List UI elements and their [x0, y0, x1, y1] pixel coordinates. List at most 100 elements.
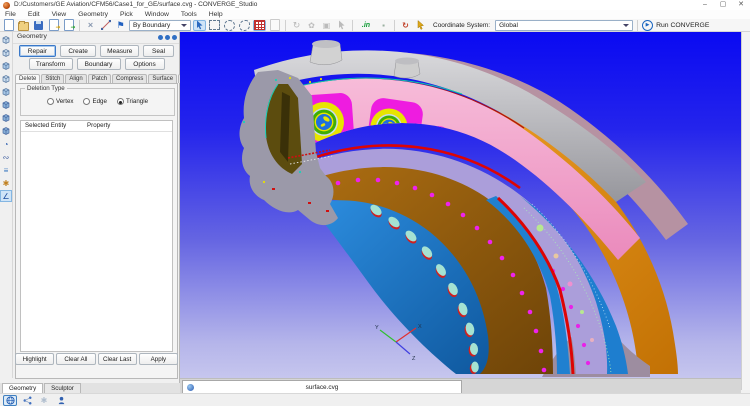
geometry-panel-header: Geometry: [13, 32, 179, 44]
axis-x-label: X: [418, 324, 422, 330]
selection-mode-value: By Boundary: [133, 22, 170, 29]
page-tool-icon[interactable]: [268, 20, 281, 31]
pick-tool-icon[interactable]: [335, 20, 348, 31]
share-nodes-icon[interactable]: [20, 395, 34, 406]
view-cube-8-icon[interactable]: [0, 125, 12, 137]
grid-select-icon[interactable]: [253, 20, 266, 31]
minimize-button[interactable]: –: [698, 0, 712, 10]
clear-all-button[interactable]: Clear All: [56, 353, 95, 365]
viewport-3d[interactable]: Y X Z: [180, 32, 741, 378]
lasso-select-icon[interactable]: [238, 20, 251, 31]
play-icon: ▶: [642, 20, 653, 31]
geometry-panel-title: Geometry: [17, 33, 47, 40]
effects-tool-icon[interactable]: ✿: [305, 20, 318, 31]
main-toolbar: ➜ ➜ × ⚑ By Boundary ↻ ✿ ▣ .in ▪ ↻ Coordi…: [0, 19, 750, 32]
highlight-button[interactable]: Highlight: [15, 353, 54, 365]
effects-view-icon[interactable]: ✱: [0, 177, 12, 189]
line-tool-icon[interactable]: [99, 20, 112, 31]
maximize-button[interactable]: ▢: [716, 0, 730, 10]
model-surface-cvg[interactable]: [180, 32, 741, 378]
column-selected-entity: Selected Entity: [25, 122, 66, 129]
dock-float-icon[interactable]: [158, 35, 163, 40]
radio-vertex[interactable]: Vertex: [47, 98, 74, 105]
delete-x-icon[interactable]: ×: [84, 20, 97, 31]
radio-vertex-label: Vertex: [56, 98, 74, 105]
chevron-down-icon: [623, 24, 629, 27]
dock-tab-sculptor[interactable]: Sculptor: [44, 383, 81, 393]
measure-button[interactable]: Measure: [100, 45, 139, 57]
tab-stitch[interactable]: Stitch: [41, 74, 64, 83]
viewport-scrollbar[interactable]: [741, 32, 750, 390]
close-button[interactable]: ✕: [734, 0, 748, 10]
radio-triangle[interactable]: Triangle: [117, 98, 148, 105]
tab-surface[interactable]: Surface: [148, 74, 177, 83]
radio-edge[interactable]: Edge: [83, 98, 106, 105]
radio-edge-label: Edge: [92, 98, 106, 105]
menu-edit[interactable]: Edit: [23, 10, 45, 19]
seal-button[interactable]: Seal: [143, 45, 174, 57]
circle-select-icon[interactable]: [223, 20, 236, 31]
axis-z-label: Z: [412, 356, 416, 362]
menu-tools[interactable]: Tools: [176, 10, 202, 19]
stop-icon[interactable]: ▪: [377, 20, 390, 31]
clear-last-button[interactable]: Clear Last: [98, 353, 137, 365]
pointer-yellow-icon[interactable]: [414, 20, 427, 31]
viewport-tab-surface-cvg[interactable]: surface.cvg: [182, 380, 462, 394]
boundary-flag-icon[interactable]: ⚑: [114, 20, 127, 31]
rotate-tool-icon[interactable]: ↻: [290, 20, 303, 31]
boundary-button[interactable]: Boundary: [77, 58, 121, 70]
dock-close-icon[interactable]: [172, 35, 177, 40]
select-cursor-icon[interactable]: [193, 20, 206, 31]
view-cube-3-icon[interactable]: [0, 60, 12, 72]
snowflake-icon[interactable]: ✱: [37, 395, 51, 406]
dock-tab-bar: Geometry Sculptor: [0, 383, 180, 393]
save-icon[interactable]: [32, 20, 45, 31]
selection-mode-dropdown[interactable]: By Boundary: [129, 20, 191, 31]
menu-file[interactable]: File: [0, 10, 21, 19]
tab-align[interactable]: Align: [65, 74, 86, 83]
geometry-panel: Geometry Repair Create Measure Seal Tran…: [13, 32, 180, 383]
open-folder-icon[interactable]: [17, 20, 30, 31]
run-converge-button[interactable]: ▶ Run CONVERGE: [642, 20, 709, 31]
import-file-icon[interactable]: ➜: [47, 20, 60, 31]
tab-patch[interactable]: Patch: [88, 74, 111, 83]
view-cube-7-icon[interactable]: [0, 112, 12, 124]
chevron-down-icon: [181, 24, 187, 27]
globe-icon: [187, 384, 194, 391]
transform-button[interactable]: Transform: [29, 58, 73, 70]
units-in-icon[interactable]: .in: [357, 20, 375, 31]
coordinate-system-dropdown[interactable]: Global: [495, 20, 633, 31]
apply-button[interactable]: Apply: [139, 353, 178, 365]
menu-window[interactable]: Window: [140, 10, 174, 19]
view-cube-2-icon[interactable]: [0, 47, 12, 59]
person-pin-icon[interactable]: [54, 395, 68, 406]
tab-compress[interactable]: Compress: [112, 74, 147, 83]
globe-mode-icon[interactable]: [3, 395, 17, 406]
axes-tool-icon[interactable]: ∠: [0, 190, 12, 202]
window-title: D:/Customers/GE Aviation/CFM56/Case1_for…: [14, 1, 257, 8]
options-button[interactable]: Options: [125, 58, 165, 70]
view-cube-5-icon[interactable]: [0, 86, 12, 98]
view-cube-1-icon[interactable]: [0, 34, 12, 46]
box-tool-icon[interactable]: ▣: [320, 20, 333, 31]
rect-select-icon[interactable]: [208, 20, 221, 31]
clock-view-icon[interactable]: ◔: [0, 138, 12, 150]
menu-pick[interactable]: Pick: [115, 10, 138, 19]
export-file-icon[interactable]: ➜: [62, 20, 75, 31]
view-cube-4-icon[interactable]: [0, 73, 12, 85]
deletion-type-groupbox: Deletion Type Vertex Edge Triangle: [20, 88, 175, 116]
repair-button[interactable]: Repair: [19, 45, 56, 57]
list-view-icon[interactable]: ≡: [0, 164, 12, 176]
selected-entity-table[interactable]: Selected Entity Property: [20, 120, 173, 352]
refresh-case-icon[interactable]: ↻: [399, 20, 412, 31]
new-file-icon[interactable]: [2, 20, 15, 31]
menu-help[interactable]: Help: [204, 10, 228, 19]
menu-geometry[interactable]: Geometry: [73, 10, 113, 19]
create-button[interactable]: Create: [60, 45, 97, 57]
spline-tool-icon[interactable]: ∾: [0, 151, 12, 163]
radio-circle-icon: [47, 98, 54, 105]
menu-view[interactable]: View: [47, 10, 72, 19]
view-cube-6-icon[interactable]: [0, 99, 12, 111]
dock-pin-icon[interactable]: [165, 35, 170, 40]
dock-tab-geometry[interactable]: Geometry: [2, 383, 43, 393]
